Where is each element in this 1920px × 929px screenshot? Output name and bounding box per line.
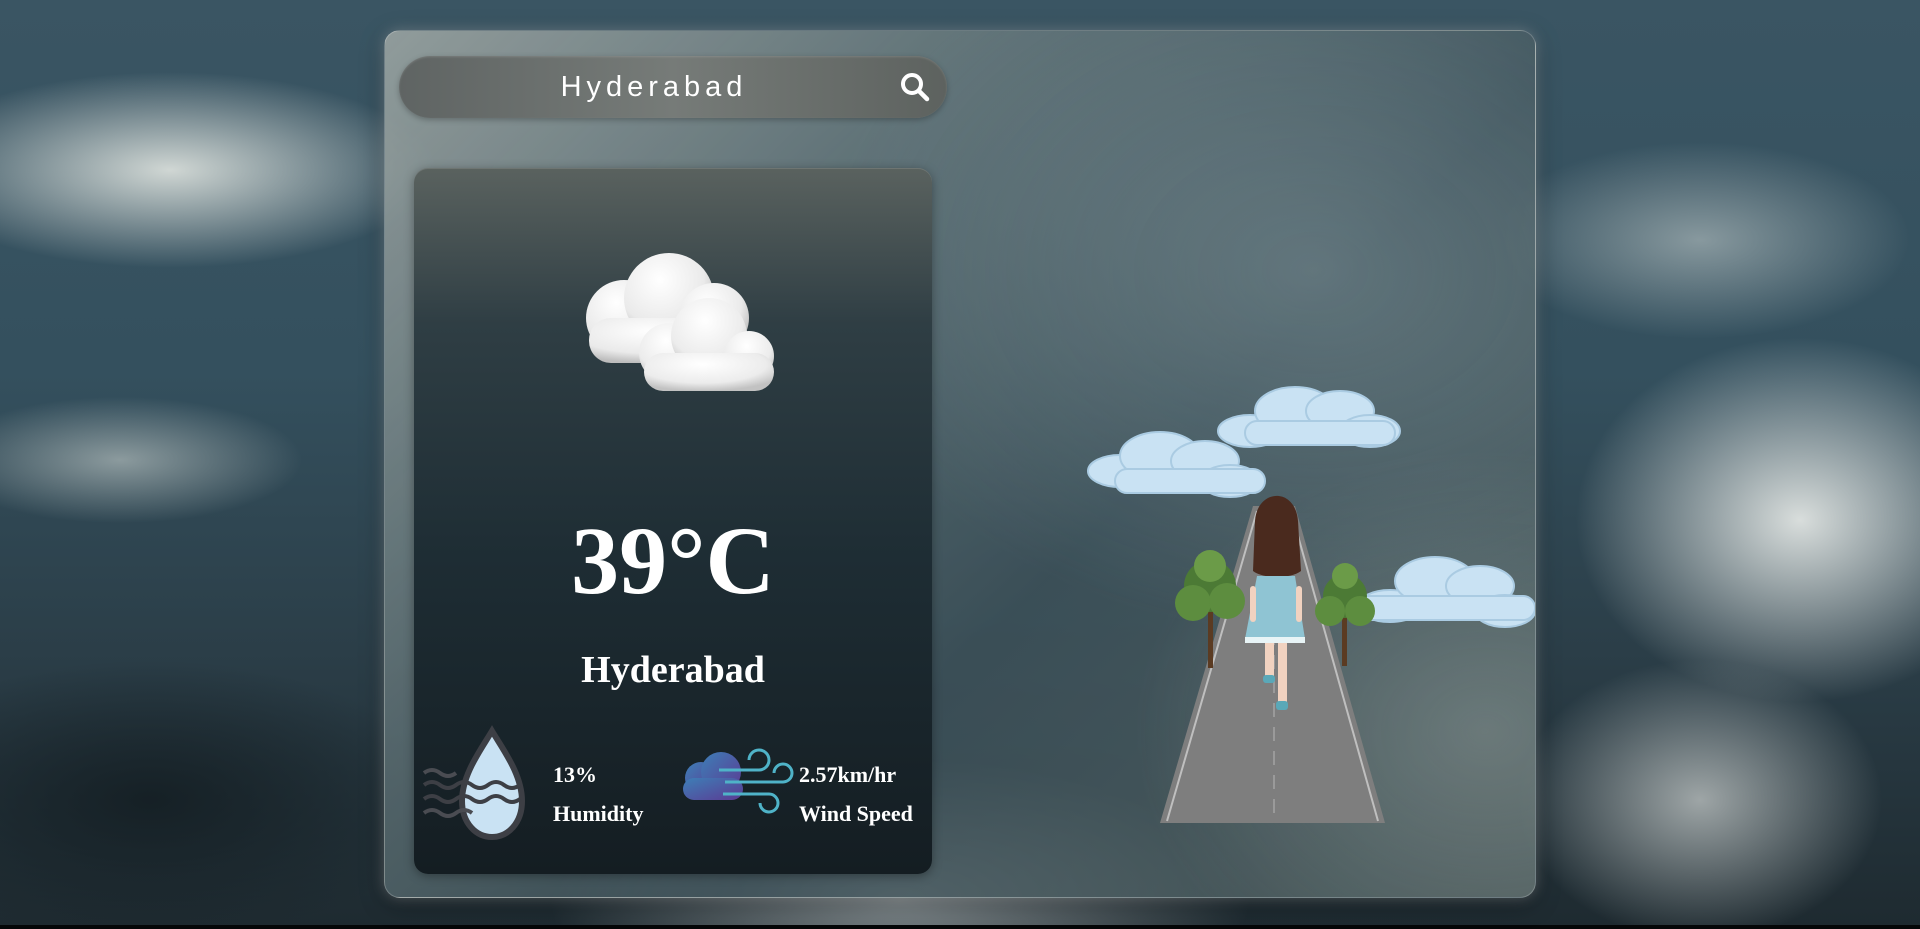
temperature-value: 39°C	[571, 507, 775, 614]
city-name: Hyderabad	[581, 649, 765, 691]
weather-app-panel: 39°C Hyderabad 13% Humidity 2	[384, 30, 1536, 898]
humidity-drop-icon	[422, 725, 526, 841]
wind-speed-value: 2.57km/hr	[799, 762, 897, 787]
search-button[interactable]	[893, 65, 937, 109]
humidity-value: 13%	[553, 762, 597, 787]
humidity-label: Humidity	[553, 801, 644, 826]
girl-walking-road-illustration	[1087, 386, 1535, 823]
search-icon	[901, 73, 930, 102]
cloud-icon	[586, 253, 774, 391]
city-search-input[interactable]	[439, 56, 869, 118]
weather-card: 39°C Hyderabad 13% Humidity 2.57km/hr Wi…	[414, 168, 932, 874]
search-bar	[399, 56, 947, 118]
wind-icon	[683, 748, 794, 814]
page-bottom-edge	[0, 925, 1920, 929]
wind-speed-label: Wind Speed	[799, 801, 913, 826]
